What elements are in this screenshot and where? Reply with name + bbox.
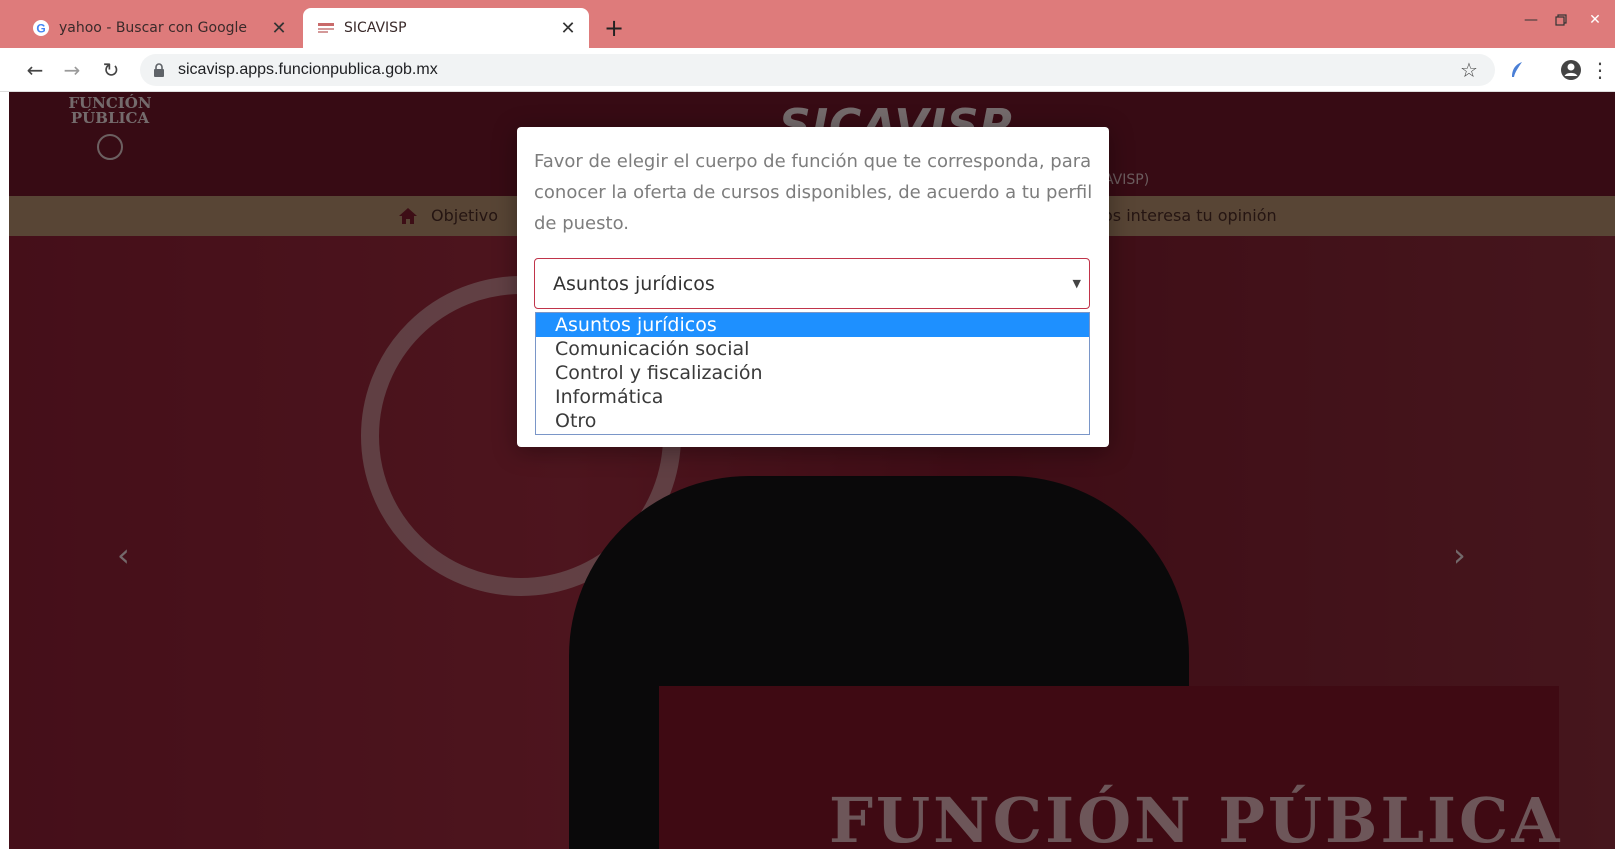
site-favicon-icon bbox=[317, 19, 335, 37]
function-body-select[interactable]: Asuntos jurídicos ▼ bbox=[534, 258, 1090, 309]
option-informatica[interactable]: Informática bbox=[536, 385, 1089, 409]
restore-window-icon[interactable] bbox=[1546, 8, 1576, 32]
tab-sicavisp[interactable]: SICAVISP ✕ bbox=[303, 8, 589, 48]
bookmark-star-icon[interactable]: ☆ bbox=[1455, 56, 1483, 84]
browser-toolbar: ← → ↻ sicavisp.apps.funcionpublica.gob.m… bbox=[0, 48, 1615, 92]
option-control-fiscalizacion[interactable]: Control y fiscalización bbox=[536, 361, 1089, 385]
google-icon: G bbox=[32, 19, 50, 37]
close-tab-icon[interactable]: ✕ bbox=[268, 17, 290, 39]
browser-tab-bar: G yahoo - Buscar con Google ✕ SICAVISP ✕… bbox=[0, 0, 1615, 48]
option-otro[interactable]: Otro bbox=[536, 409, 1089, 433]
tab-google-search[interactable]: G yahoo - Buscar con Google ✕ bbox=[10, 8, 300, 48]
dropdown-caret-icon: ▼ bbox=[1072, 277, 1081, 290]
svg-text:G: G bbox=[36, 22, 45, 36]
tab-title: yahoo - Buscar con Google bbox=[59, 20, 248, 36]
tab-title: SICAVISP bbox=[344, 20, 407, 36]
reload-icon[interactable]: ↻ bbox=[97, 56, 125, 84]
url-text: sicavisp.apps.funcionpublica.gob.mx bbox=[178, 61, 438, 78]
profile-avatar-icon[interactable] bbox=[1557, 56, 1585, 84]
address-bar[interactable]: sicavisp.apps.funcionpublica.gob.mx bbox=[140, 54, 1495, 86]
new-tab-button[interactable]: + bbox=[600, 14, 628, 42]
forward-arrow-icon[interactable]: → bbox=[58, 56, 86, 84]
lock-icon bbox=[152, 63, 166, 77]
minimize-window-icon[interactable]: — bbox=[1516, 8, 1546, 32]
option-comunicacion-social[interactable]: Comunicación social bbox=[536, 337, 1089, 361]
function-body-options: Asuntos jurídicos Comunicación social Co… bbox=[535, 312, 1090, 435]
browser-menu-icon[interactable]: ⋮ bbox=[1590, 56, 1610, 84]
back-arrow-icon[interactable]: ← bbox=[21, 56, 49, 84]
select-current-value: Asuntos jurídicos bbox=[553, 272, 715, 295]
course-selection-modal: Favor de elegir el cuerpo de función que… bbox=[517, 127, 1109, 447]
close-window-icon[interactable]: ✕ bbox=[1580, 8, 1610, 32]
modal-instruction: Favor de elegir el cuerpo de función que… bbox=[534, 151, 1093, 234]
extension-feather-icon[interactable] bbox=[1503, 56, 1531, 84]
option-asuntos-juridicos[interactable]: Asuntos jurídicos bbox=[536, 313, 1089, 337]
close-tab-icon[interactable]: ✕ bbox=[557, 17, 579, 39]
